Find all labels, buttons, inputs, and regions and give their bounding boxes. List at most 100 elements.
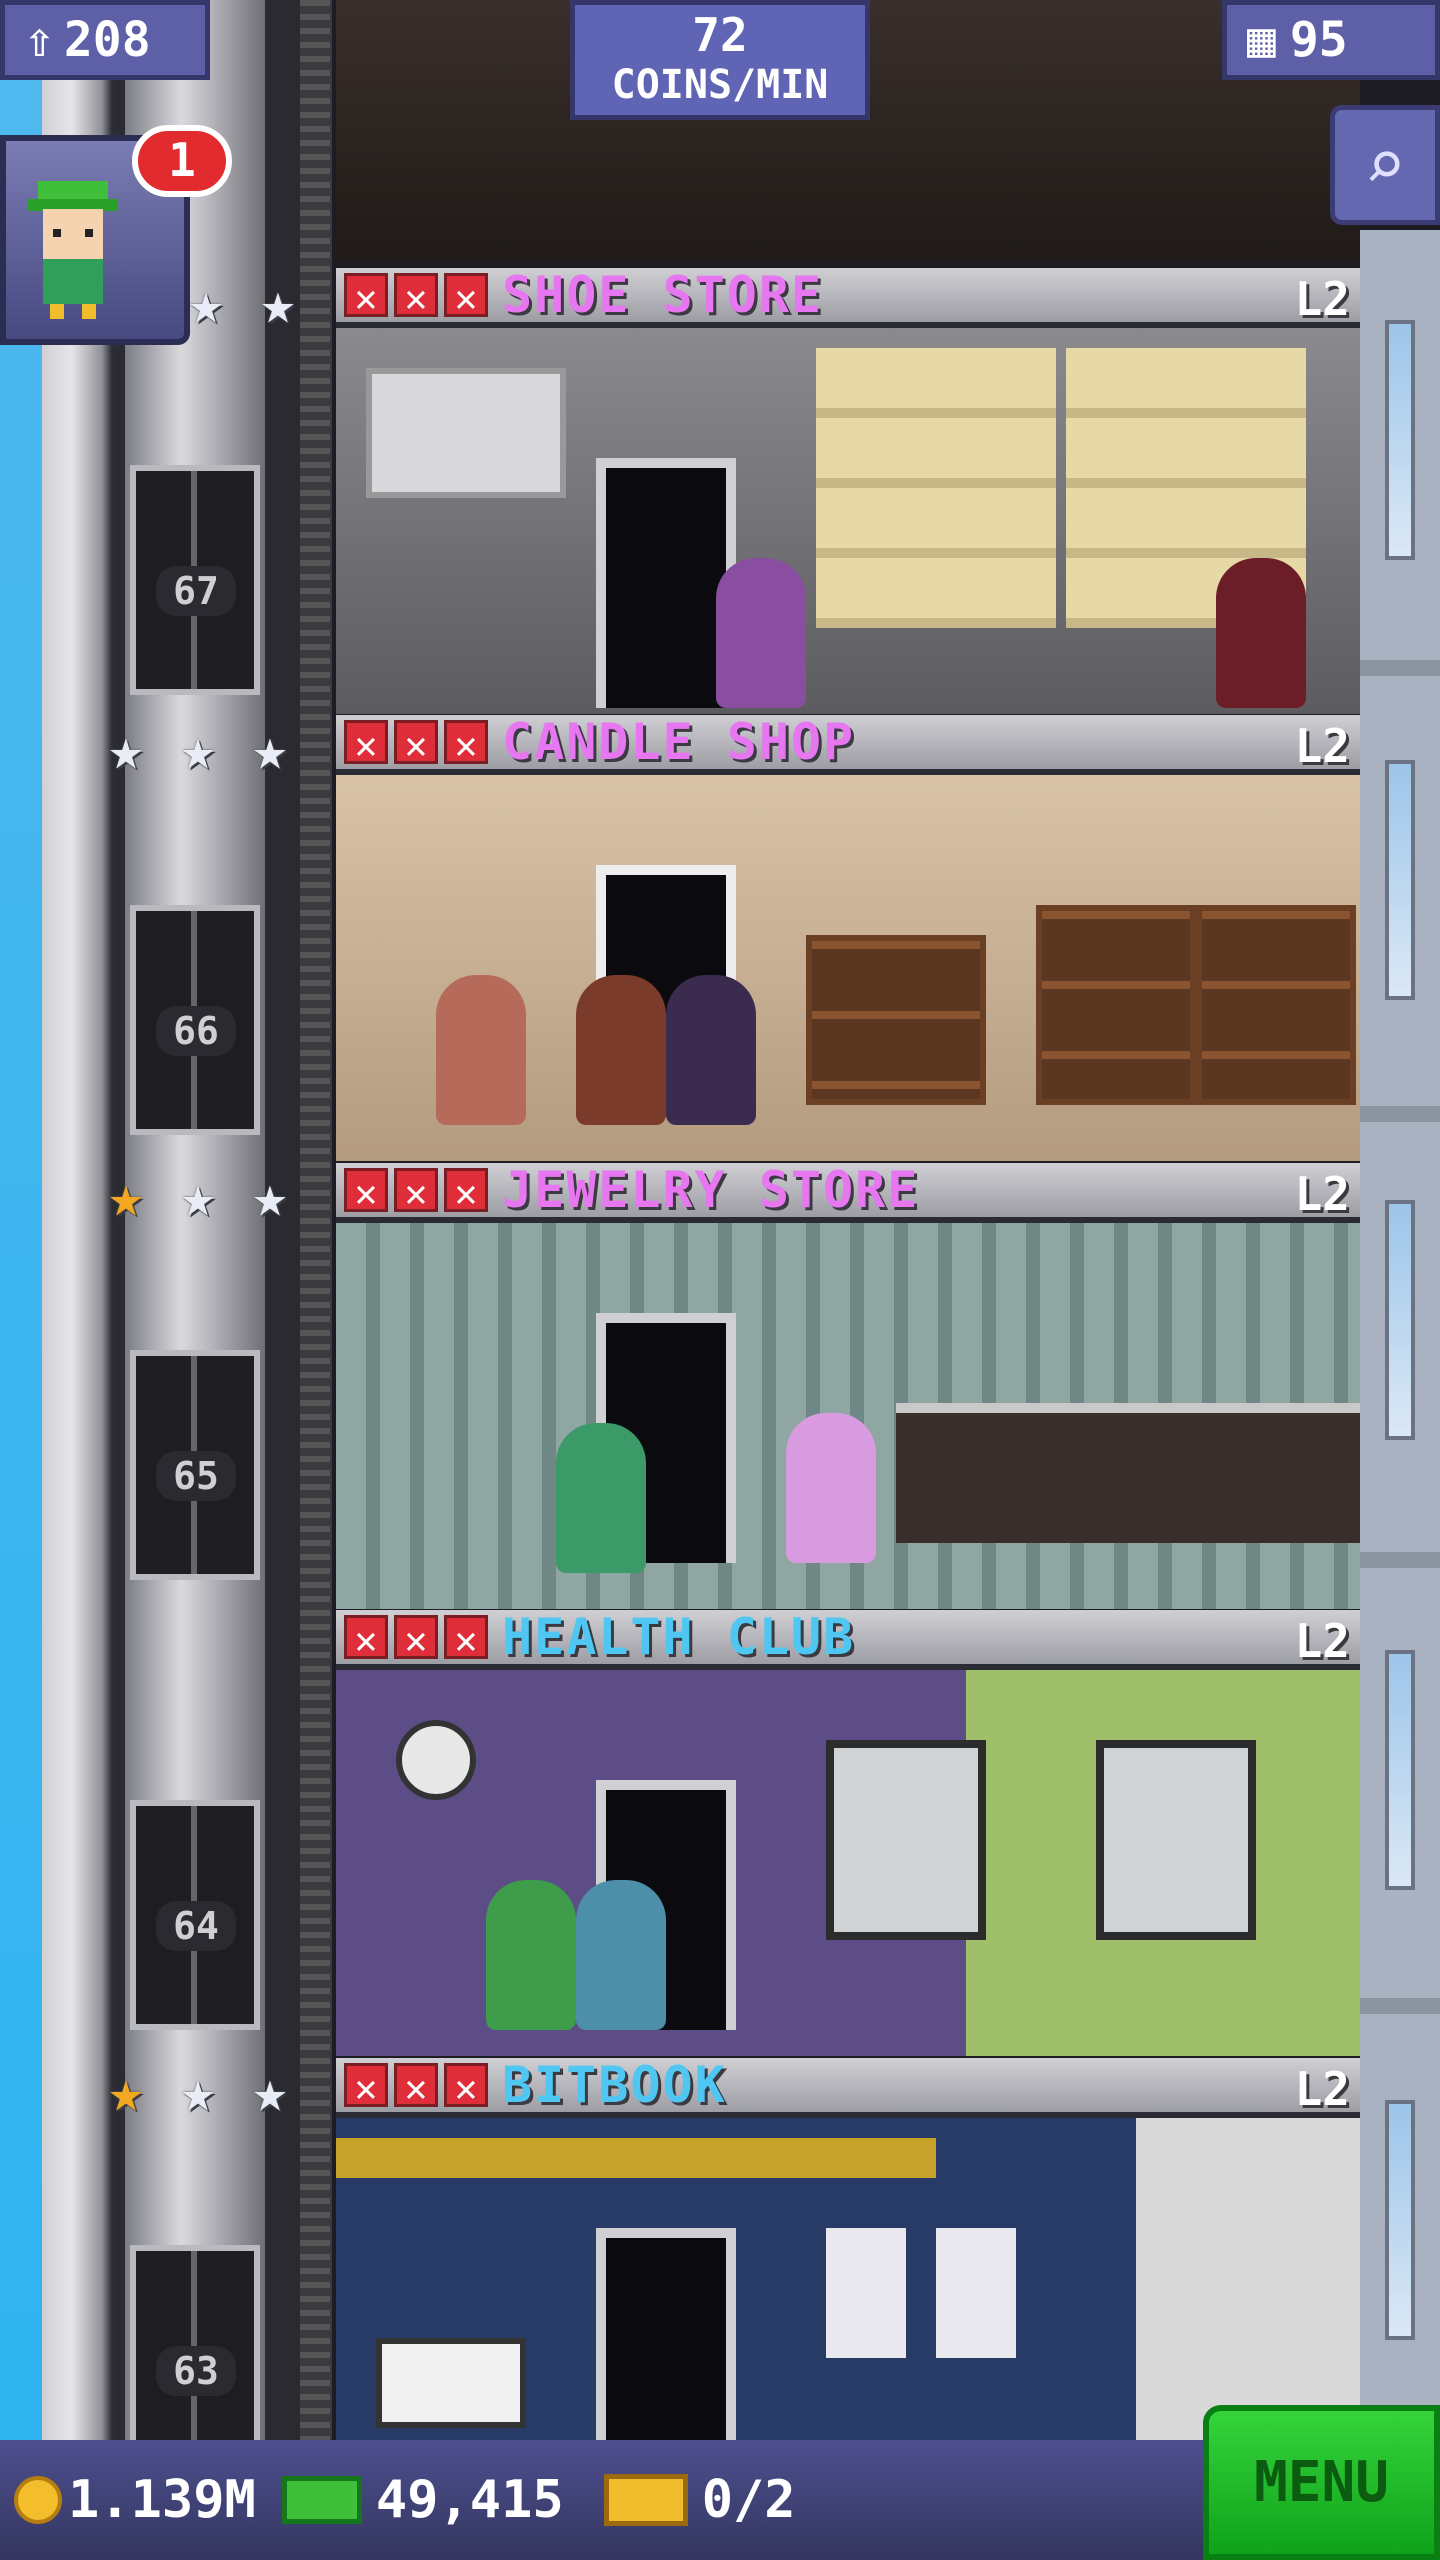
- elevator-door[interactable]: 65: [130, 1350, 260, 1580]
- floor-stars: ★ ★ ★: [95, 2060, 301, 2122]
- out-of-stock-icon: ✕: [394, 2063, 438, 2110]
- floor-header[interactable]: ✕ ✕ ✕ SHOE STORE L2: [336, 266, 1360, 328]
- star-icon: ★: [180, 715, 216, 783]
- building-icon: ▦: [1247, 12, 1276, 68]
- vip-ticket-icon: [603, 2474, 688, 2526]
- window: [1385, 1200, 1415, 1440]
- out-of-stock-icon: ✕: [344, 2063, 388, 2110]
- star-icon: ★: [252, 1162, 288, 1230]
- elevator-door[interactable]: 66: [130, 905, 260, 1135]
- gold-star-icon: ★: [108, 2057, 144, 2125]
- candle-shelf: [1036, 905, 1196, 1105]
- bitizen[interactable]: [556, 1423, 646, 1573]
- bitizen[interactable]: [1216, 558, 1306, 708]
- restock-indicators: ✕ ✕ ✕: [344, 720, 488, 767]
- bitbook-logo: [826, 2228, 1026, 2358]
- coins-rate-value: 72: [692, 8, 748, 62]
- floor-level: L2: [1294, 272, 1350, 326]
- star-icon: ★: [108, 715, 144, 783]
- wall-clock-icon: [396, 1720, 476, 1800]
- out-of-stock-icon: ✕: [444, 2063, 488, 2110]
- floor-level: L2: [1294, 719, 1350, 773]
- coin-icon: [14, 2476, 62, 2524]
- bitizen[interactable]: [786, 1413, 876, 1563]
- elevator-door[interactable]: 64: [130, 1800, 260, 2030]
- window: [1385, 760, 1415, 1000]
- floor-stars: ★ ★ ★: [95, 718, 301, 780]
- bitizen[interactable]: [576, 975, 666, 1125]
- floor-name: HEALTH CLUB: [502, 1608, 856, 1666]
- sky-background: [0, 0, 42, 2440]
- out-of-stock-icon: ✕: [394, 1168, 438, 1215]
- star-icon: ★: [252, 2057, 288, 2125]
- tickets-value: 0/2: [701, 2470, 796, 2530]
- window: [1385, 1650, 1415, 1890]
- magnifier-icon: ⌕: [1363, 124, 1407, 206]
- out-of-stock-icon: ✕: [344, 720, 388, 767]
- floor-level: L2: [1294, 1614, 1350, 1668]
- floor-health-club[interactable]: ✕ ✕ ✕ HEALTH CLUB L2: [336, 1608, 1360, 2056]
- floor-room[interactable]: [336, 775, 1360, 1161]
- floor-stars: ★ ★: [175, 272, 309, 334]
- candle-table: [806, 935, 986, 1105]
- star-icon: ★: [180, 1162, 216, 1230]
- jewelry-counter: [896, 1403, 1360, 1543]
- floor-header[interactable]: ✕ ✕ ✕ CANDLE SHOP L2: [336, 713, 1360, 775]
- floor-level: L2: [1294, 2062, 1350, 2116]
- out-of-stock-icon: ✕: [444, 720, 488, 767]
- floor-room[interactable]: [336, 1223, 1360, 1609]
- office-monitor: [376, 2338, 526, 2428]
- gold-star-icon: ★: [108, 1162, 144, 1230]
- out-of-stock-icon: ✕: [444, 273, 488, 320]
- bitizen[interactable]: [436, 975, 526, 1125]
- shoe-poster: [366, 368, 566, 498]
- floor-level: L2: [1294, 1167, 1350, 1221]
- restock-indicators: ✕ ✕ ✕: [344, 273, 488, 320]
- menu-button[interactable]: MENU: [1203, 2405, 1440, 2560]
- coins-value: 1.139M: [68, 2470, 256, 2530]
- out-of-stock-icon: ✕: [344, 1168, 388, 1215]
- bitizen-notification[interactable]: 1: [0, 125, 232, 345]
- floor-header[interactable]: ✕ ✕ ✕ BITBOOK L2: [336, 2056, 1360, 2118]
- floors-counter[interactable]: ▦ 95: [1222, 0, 1440, 80]
- tower-bux-icon: [281, 2476, 362, 2524]
- out-of-stock-icon: ✕: [394, 720, 438, 767]
- floor-header[interactable]: ✕ ✕ ✕ HEALTH CLUB L2: [336, 1608, 1360, 1670]
- shaft-track: [300, 0, 330, 2440]
- floors-value: 95: [1289, 12, 1348, 68]
- bitizen[interactable]: [666, 975, 756, 1125]
- elevator-door[interactable]: 67: [130, 465, 260, 695]
- floor-name: BITBOOK: [502, 2056, 727, 2114]
- floor-header[interactable]: ✕ ✕ ✕ JEWELRY STORE L2: [336, 1161, 1360, 1223]
- floor-room[interactable]: [336, 328, 1360, 714]
- elevator-floor-number: 64: [156, 1901, 236, 1951]
- out-of-stock-icon: ✕: [444, 1615, 488, 1662]
- window: [1385, 2100, 1415, 2340]
- ceiling-pipe: [336, 2138, 936, 2178]
- floor-candle-shop[interactable]: ✕ ✕ ✕ CANDLE SHOP L2: [336, 713, 1360, 1161]
- floor-name: JEWELRY STORE: [502, 1161, 920, 1219]
- bux-value: 49,415: [375, 2470, 564, 2530]
- shoe-shelf: [816, 348, 1056, 628]
- out-of-stock-icon: ✕: [344, 273, 388, 320]
- search-button[interactable]: ⌕: [1330, 105, 1440, 225]
- star-icon: ★: [260, 269, 296, 337]
- bitizen-icon: [28, 181, 118, 319]
- coins-rate-unit: COINS/MIN: [611, 62, 829, 108]
- population-counter[interactable]: ⇧ 208: [0, 0, 210, 80]
- floor-jewelry-store[interactable]: ✕ ✕ ✕ JEWELRY STORE L2: [336, 1161, 1360, 1609]
- bitizen[interactable]: [716, 558, 806, 708]
- elevator-floor-number: 66: [156, 1006, 236, 1056]
- star-icon: ★: [252, 715, 288, 783]
- floor-shoe-store[interactable]: ✕ ✕ ✕ SHOE STORE L2: [336, 266, 1360, 714]
- restock-indicators: ✕ ✕ ✕: [344, 2063, 488, 2110]
- gym-window: [1096, 1740, 1256, 1940]
- coins-per-minute[interactable]: 72 COINS/MIN: [570, 0, 870, 120]
- bitizen[interactable]: [486, 1880, 576, 2030]
- out-of-stock-icon: ✕: [394, 273, 438, 320]
- notification-badge: 1: [132, 125, 232, 197]
- restock-indicators: ✕ ✕ ✕: [344, 1168, 488, 1215]
- floor-room[interactable]: [336, 1670, 1360, 2056]
- bitizen[interactable]: [576, 1880, 666, 2030]
- candle-shelf: [1196, 905, 1356, 1105]
